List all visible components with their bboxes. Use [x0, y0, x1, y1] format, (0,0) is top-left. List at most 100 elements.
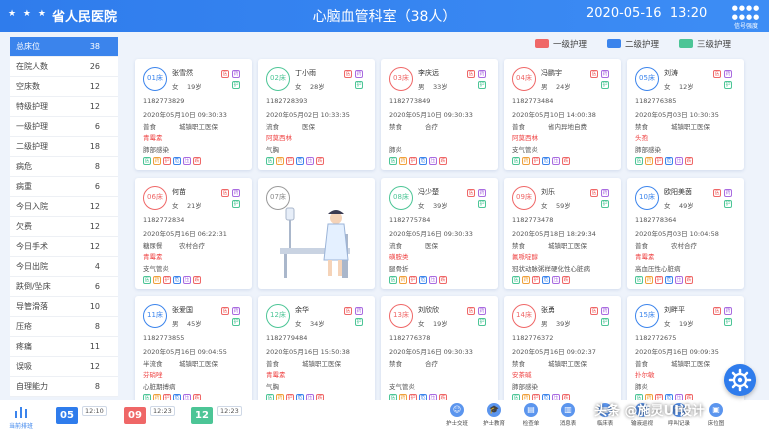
bed-card[interactable]: 13床 刘欣欣女 19岁 医药护 1182776378 2020年05月16日 09:30… [381, 296, 498, 407]
legend-swatch [679, 39, 693, 48]
bed-card[interactable]: 14床 张勇男 39岁 医药护 1182776372 2020年05月16日 09:02:… [504, 296, 621, 407]
patient-age: 33岁 [433, 83, 448, 91]
bed-card[interactable]: 01床 张雪然女 19岁医药护 1182773829 2020年05月10日 09:30… [135, 59, 252, 170]
patient-id: 1182773829 [143, 97, 185, 105]
status-tag: 护 [286, 157, 294, 165]
bottom-nav-button[interactable]: ▤ 检查单 [515, 403, 547, 431]
record-tag: 医 [590, 70, 598, 78]
bed-card[interactable]: 06床 何苗女 21岁医药护 1182772834 2020年05月16日 06:22:… [135, 178, 252, 289]
patient-age: 39岁 [433, 202, 448, 210]
status-tag: 药 [645, 276, 653, 284]
status-tag: 压 [552, 276, 560, 284]
status-tag: 药 [522, 276, 530, 284]
bed-card[interactable]: 08床 冯少楚女 39岁医药护 1182775784 2020年05月16日 09:30… [381, 178, 498, 289]
patient-age: 39岁 [556, 320, 571, 328]
sidebar-item[interactable]: 导管滑落 10 [10, 297, 118, 317]
status-tag: 医 [389, 157, 397, 165]
sidebar-item[interactable]: 跌倒/坠床 6 [10, 277, 118, 297]
bed-card[interactable]: 05床 刘涛女 12岁医药护 1182776385 2020年05月03日 10:30:… [627, 59, 744, 170]
status-tag: 跌 [193, 276, 201, 284]
admit-time: 2020年05月16日 09:30:33 [389, 230, 473, 238]
bed-number-badge: 03床 [389, 67, 413, 91]
patient-age: 34岁 [310, 320, 325, 328]
record-tag: 药 [601, 70, 609, 78]
watermark-text: 头条 @施灵UI设计 [594, 404, 705, 419]
bar-chart-icon [15, 407, 27, 418]
shift-badge[interactable]: 09 [124, 407, 146, 424]
patient-sex: 女 [295, 83, 302, 91]
bed-number-badge: 06床 [143, 186, 167, 210]
allergy: 氟哌啶醇 [512, 253, 538, 261]
sidebar-item[interactable]: 一级护理 6 [10, 117, 118, 137]
bed-card[interactable]: 04床 冯鹏宇男 24岁医药护 1182773484 2020年05月10日 14:00… [504, 59, 621, 170]
bed-number-badge: 15床 [635, 304, 659, 328]
signal-button[interactable]: ●●●● ●●●● 信号强度 [729, 4, 763, 30]
allergy: 磺胺类 [389, 253, 409, 261]
sidebar-item[interactable]: 欠费 12 [10, 217, 118, 237]
current-shift-button[interactable]: 当前排班 [6, 405, 36, 430]
status-tag: 跌 [685, 157, 693, 165]
admit-time: 2020年05月16日 09:09:35 [635, 348, 719, 356]
shift-badge[interactable]: 05 [56, 407, 78, 424]
patient-name: 刘畔平 [664, 306, 685, 314]
shift-badge[interactable]: 12 [191, 407, 213, 424]
bed-number-badge: 13床 [389, 304, 413, 328]
sidebar-item[interactable]: 自理能力 8 [10, 377, 118, 397]
bed-card[interactable]: 12床 余华女 34岁 医药护 1182779484 2020年05月16日 15:50:… [258, 296, 375, 407]
bed-card[interactable]: 03床 李庆远男 33岁医药护 1182773849 2020年05月10日 09:30… [381, 59, 498, 170]
bed-card[interactable]: 11床 张爱国男 45岁 医药护 1182773855 2020年05月16日 09:04… [135, 296, 252, 407]
sidebar-item[interactable]: 空床数 12 [10, 77, 118, 97]
sidebar-item[interactable]: 今日入院 12 [10, 197, 118, 217]
patient-sex: 女 [172, 83, 179, 91]
patient-id: 1182773849 [389, 97, 431, 105]
sidebar-item[interactable]: 二级护理 18 [10, 137, 118, 157]
status-tag: 危 [419, 276, 427, 284]
settings-fab[interactable] [724, 364, 756, 396]
sidebar-item[interactable]: 病危 8 [10, 157, 118, 177]
status-tag: 压 [183, 157, 191, 165]
insurance-type: 城镇职工医保 [302, 360, 341, 368]
bottom-nav-button[interactable]: ▥ 消息表 [552, 403, 584, 431]
diet-type: 流食 [389, 242, 402, 250]
sidebar-item[interactable]: 今日手术 12 [10, 237, 118, 257]
record-tag: 医 [590, 307, 598, 315]
record-tag: 护 [232, 81, 240, 89]
insurance-type: 合疗 [425, 360, 438, 368]
diagnosis: 气胸 [266, 146, 279, 154]
bed-card[interactable]: 07床 [258, 178, 375, 289]
patient-age: 19岁 [187, 83, 202, 91]
legend-swatch [535, 39, 549, 48]
sidebar-item[interactable]: 特级护理 12 [10, 97, 118, 117]
app-root: ★ ★ ★ 省人民医院 心脑血管科室（38人） 2020-05-16 13:20… [0, 0, 769, 433]
bed-number-badge: 02床 [266, 67, 290, 91]
bed-number-badge: 08床 [389, 186, 413, 210]
bed-card[interactable]: 02床 丁小雨女 28岁医药护 1182728393 2020年05月02日 10:33… [258, 59, 375, 170]
sidebar-item[interactable]: 压疮 8 [10, 317, 118, 337]
sidebar-item[interactable]: 今日出院 4 [10, 257, 118, 277]
sidebar-item[interactable]: 在院人数 26 [10, 57, 118, 77]
bed-card[interactable]: 09床 刘乐女 59岁医药护 1182773478 2020年05月18日 18:29:… [504, 178, 621, 289]
sidebar-item[interactable]: 疼痛 11 [10, 337, 118, 357]
record-tag: 护 [724, 318, 732, 326]
allergy: 青霉素 [143, 134, 163, 142]
sidebar-item[interactable]: 总床位 38 [10, 37, 118, 57]
diagnosis: 冠状动脉粥样硬化性心脏病 [512, 265, 590, 273]
admit-time: 2020年05月16日 15:50:38 [266, 348, 350, 356]
bottom-nav-button[interactable]: 🎓 护士教育 [478, 403, 510, 431]
sidebar-item[interactable]: 误吸 12 [10, 357, 118, 377]
sidebar-item-label: 疼痛 [16, 342, 32, 351]
sidebar-item-count: 6 [94, 282, 100, 291]
allergy: 安茶碱 [512, 371, 532, 379]
bottom-nav-button[interactable]: ☺ 护士交班 [441, 403, 473, 431]
status-tag: 危 [173, 276, 181, 284]
patient-name: 余华 [295, 306, 309, 314]
status-tag: 医 [512, 276, 520, 284]
record-tag: 药 [232, 189, 240, 197]
sidebar-item-count: 26 [89, 62, 100, 71]
sidebar-item[interactable]: 病重 6 [10, 177, 118, 197]
bed-card[interactable]: 10床 欧阳美茵女 49岁医药护 1182778364 2020年05月03日 10:0… [627, 178, 744, 289]
sidebar-item-label: 特级护理 [16, 102, 48, 111]
insurance-type: 城镇职工医保 [548, 360, 587, 368]
sidebar-item-count: 10 [89, 302, 100, 311]
record-tag: 药 [601, 189, 609, 197]
